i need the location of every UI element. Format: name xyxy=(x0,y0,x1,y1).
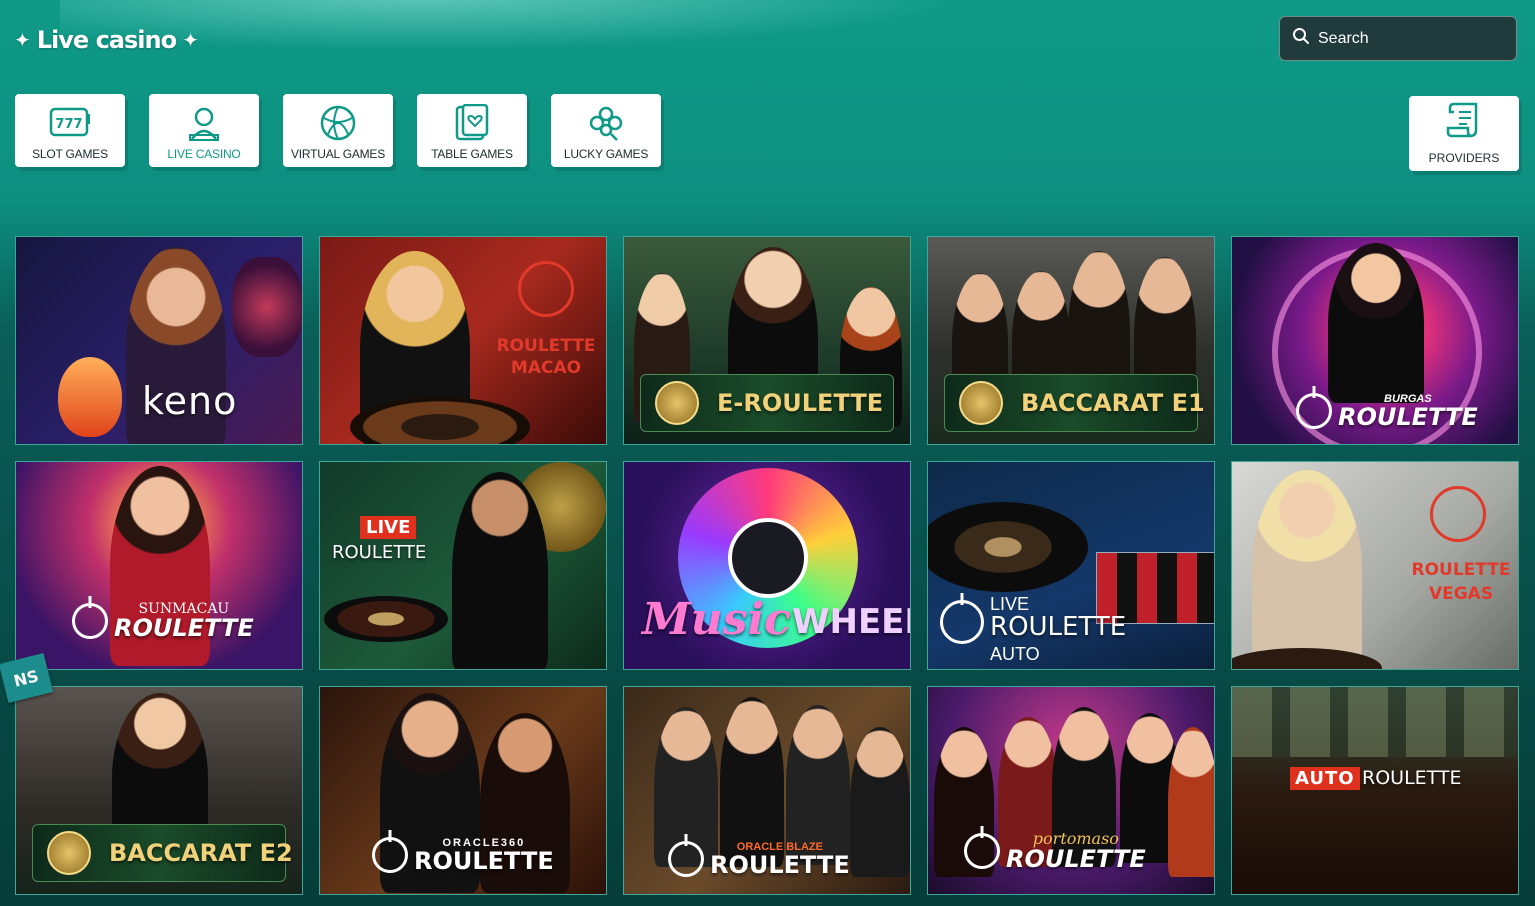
game-tile[interactable]: ROULETTE MACAO xyxy=(319,236,607,445)
game-tile[interactable]: E-ROULETTE xyxy=(623,236,911,445)
search-input[interactable] xyxy=(1316,28,1510,49)
svg-text:777: 777 xyxy=(55,117,82,132)
game-tile[interactable]: LIVE ROULETTE AUTO xyxy=(927,461,1215,670)
game-tile[interactable]: AUTO ROULETTE xyxy=(1231,686,1519,895)
coin-logo-icon xyxy=(47,831,91,875)
page-title: ✦ Live casino ✦ xyxy=(14,24,199,56)
auto-label: AUTO xyxy=(990,644,1040,664)
game-title: WHEEL xyxy=(792,602,910,642)
auto-badge: AUTO xyxy=(1290,767,1360,790)
game-title: BACCARAT E2 xyxy=(109,839,293,867)
category-label: LUCKY GAMES xyxy=(563,147,649,161)
roulette-wheel-icon xyxy=(964,833,1000,869)
category-label: SLOT GAMES xyxy=(32,147,108,161)
slot-machines-image xyxy=(1232,687,1518,757)
category-slot-games[interactable]: 777 SLOT GAMES xyxy=(15,94,125,167)
dragon-image xyxy=(232,257,302,357)
providers-button[interactable]: PROVIDERS xyxy=(1409,96,1519,171)
roulette-wheel-icon xyxy=(668,841,704,877)
game-title: ROULETTE xyxy=(414,846,554,875)
page-title-text: Live casino xyxy=(36,26,177,54)
game-logo: SUNMACAU ROULETTE xyxy=(72,602,254,640)
game-title: E-ROULETTE xyxy=(717,389,884,417)
slot-machine-icon: 777 xyxy=(48,103,92,143)
coin-logo-icon xyxy=(959,381,1003,425)
game-tile[interactable]: BURGAS ROULETTE xyxy=(1231,236,1519,445)
clover-icon xyxy=(584,103,628,143)
cards-icon xyxy=(450,103,494,143)
game-title: ROULETTE xyxy=(332,542,427,563)
roulette-wheel-image xyxy=(1242,797,1512,894)
game-title: ROULETTE xyxy=(710,850,850,879)
roulette-wheel-icon xyxy=(72,603,108,639)
search-icon xyxy=(1292,27,1310,50)
dealer-icon xyxy=(182,103,226,143)
game-tile[interactable]: portomaso ROULETTE xyxy=(927,686,1215,895)
category-virtual-games[interactable]: VIRTUAL GAMES xyxy=(283,94,393,167)
roulette-wheel-icon xyxy=(372,837,408,873)
search-box[interactable] xyxy=(1279,16,1517,61)
game-tile[interactable]: BACCARAT E2 xyxy=(15,686,303,895)
game-tile[interactable]: ROULETTE VEGAS xyxy=(1231,461,1519,670)
game-title-banner: BACCARAT E2 xyxy=(32,824,293,882)
ball-icon xyxy=(316,103,360,143)
roulette-wheel-image xyxy=(928,502,1088,592)
keno-flame-icon xyxy=(58,357,122,437)
providers-label: PROVIDERS xyxy=(1428,151,1500,165)
dealer-image xyxy=(452,472,548,669)
live-badge: LIVE xyxy=(360,516,417,539)
game-subtitle: Music xyxy=(642,594,791,645)
game-title: ROULETTE xyxy=(1338,402,1478,431)
game-title-banner: E-ROULETTE xyxy=(640,374,894,432)
scroll-icon xyxy=(1446,100,1482,145)
category-table-games[interactable]: TABLE GAMES xyxy=(417,94,527,167)
roulette-wheel-image xyxy=(324,596,448,642)
game-title: BACCARAT E1 xyxy=(1021,389,1205,417)
roulette-logo-icon xyxy=(518,261,574,317)
coin-logo-icon xyxy=(655,381,699,425)
game-grid: keno ROULETTE MACAO E-ROULETTE BACCARAT … xyxy=(15,236,1519,895)
category-label: VIRTUAL GAMES xyxy=(290,147,386,161)
game-tile[interactable]: ORACLE BLAZE ROULETTE xyxy=(623,686,911,895)
roulette-logo-icon xyxy=(1430,486,1486,542)
game-title: ROULETTE xyxy=(1362,767,1462,789)
category-lucky-games[interactable]: LUCKY GAMES xyxy=(551,94,661,167)
dealer-image xyxy=(1168,727,1214,877)
game-tile[interactable]: ORACLE360 ROULETTE xyxy=(319,686,607,895)
category-label: LIVE CASINO xyxy=(167,147,241,161)
game-logo: ORACLE BLAZE ROULETTE xyxy=(668,841,850,877)
category-label: TABLE GAMES xyxy=(431,147,513,161)
roulette-wheel-icon xyxy=(1296,393,1332,429)
game-tile[interactable]: SUNMACAU ROULETTE xyxy=(15,461,303,670)
dealer-image xyxy=(1328,243,1424,403)
game-logo: BURGAS ROULETTE xyxy=(1296,393,1478,429)
category-bar: 777 SLOT GAMES LIVE CASINO VIRTUAL GAMES… xyxy=(15,94,661,167)
game-title: keno xyxy=(142,379,238,423)
dealer-image xyxy=(1252,470,1362,669)
sparkle-icon: ✦ xyxy=(182,28,199,52)
game-title: ROULETTE xyxy=(990,612,1127,642)
game-tile[interactable]: keno xyxy=(15,236,303,445)
game-tile[interactable]: LIVE ROULETTE xyxy=(319,461,607,670)
game-title-banner: BACCARAT E1 xyxy=(944,374,1205,432)
game-title: ROULETTE VEGAS xyxy=(1411,560,1511,604)
roulette-wheel-icon xyxy=(940,600,984,644)
game-title: ROULETTE MACAO xyxy=(496,336,596,378)
category-live-casino[interactable]: LIVE CASINO xyxy=(149,94,259,167)
game-logo: portomaso ROULETTE xyxy=(964,831,1146,871)
game-logo: ORACLE360 ROULETTE xyxy=(372,837,554,873)
game-tile[interactable]: BACCARAT E1 xyxy=(927,236,1215,445)
music-wheel-hub xyxy=(728,518,808,598)
sparkle-icon: ✦ xyxy=(14,28,31,52)
game-title: ROULETTE xyxy=(1006,845,1146,873)
game-tile[interactable]: Music WHEEL xyxy=(623,461,911,670)
game-title: ROULETTE xyxy=(114,614,254,642)
dealer-image xyxy=(850,727,910,877)
